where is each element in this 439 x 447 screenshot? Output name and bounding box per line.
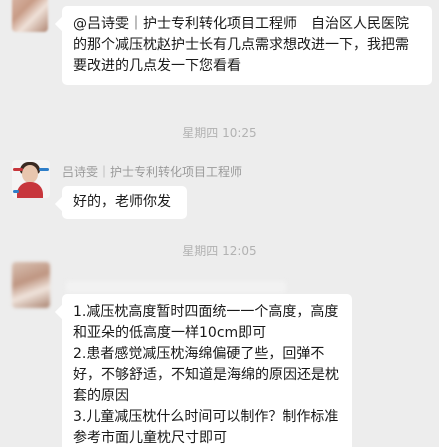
chat-window: @吕诗雯｜护士专利转化项目工程师 自治区人民医院的那个减压枕赵护士长有几点需求想… <box>0 0 439 447</box>
message-line: 1.减压枕高度暂时四面统一一个高度，高度和亚朵的低高度一样10cm即可 <box>73 304 339 341</box>
avatar[interactable] <box>12 262 50 308</box>
avatar[interactable] <box>12 160 50 198</box>
message-bubble[interactable]: @吕诗雯｜护士专利转化项目工程师 自治区人民医院的那个减压枕赵护士长有几点需求想… <box>62 6 432 85</box>
message-line: 2.患者感觉减压枕海绵偏硬了些，回弹不好，不够舒适，不知道是海绵的原因还是枕套的… <box>73 346 339 404</box>
message-bubble[interactable]: 好的，老师你发 <box>62 186 187 219</box>
timestamp: 星期四 10:25 <box>182 126 257 140</box>
sender-name: 吕诗雯｜护士专利转化项目工程师 <box>62 165 243 179</box>
message-line: 3.儿童减压枕什么时间可以制作？制作标准参考市面儿童枕尺寸即可 <box>73 409 339 446</box>
timestamp: 星期四 12:05 <box>182 244 257 258</box>
avatar[interactable] <box>12 0 48 32</box>
message-text: 好的，老师你发 <box>73 194 171 210</box>
message-text: @吕诗雯｜护士专利转化项目工程师 自治区人民医院的那个减压枕赵护士长有几点需求想… <box>73 16 409 74</box>
redacted-sender-name <box>66 281 286 293</box>
message-bubble[interactable]: 1.减压枕高度暂时四面统一一个高度，高度和亚朵的低高度一样10cm即可 2.患者… <box>62 294 352 447</box>
